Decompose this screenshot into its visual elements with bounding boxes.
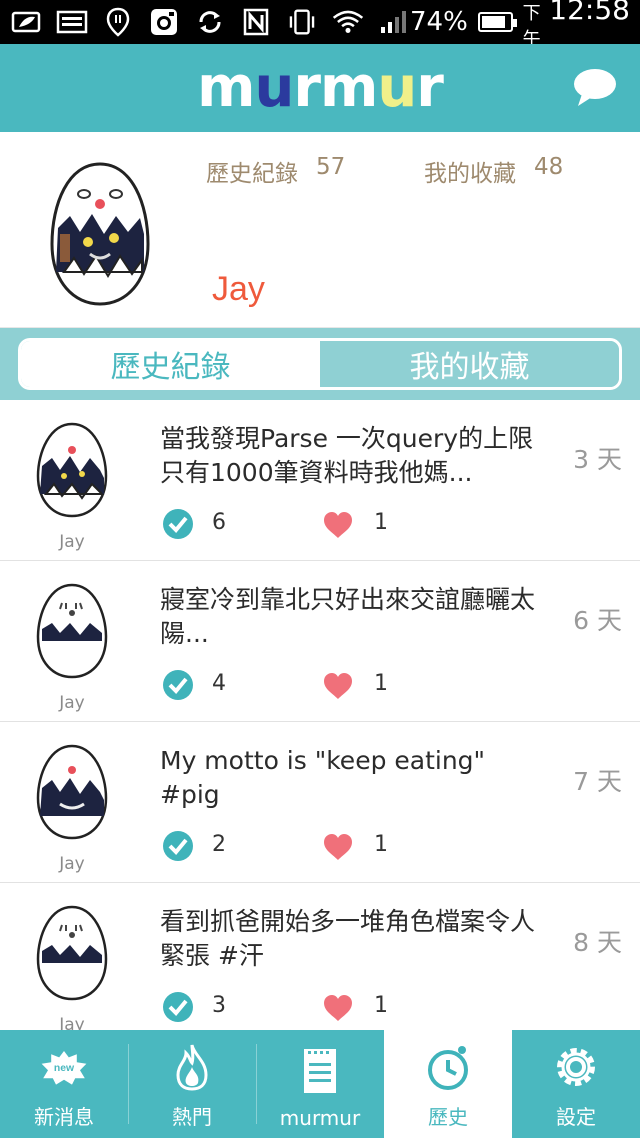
heart-icon[interactable]	[322, 832, 354, 862]
post-username: Jay	[59, 854, 85, 874]
logo-letter: u	[254, 55, 295, 120]
post-time: 3 天	[573, 445, 622, 474]
segmented-control: 歷史紀錄 我的收藏	[18, 338, 622, 390]
post-text[interactable]: 當我發現Parse 一次query的上限只有1000筆資料時我他媽...	[160, 422, 540, 490]
post-time: 8 天	[573, 928, 622, 957]
check-count: 4	[212, 671, 226, 696]
avatar[interactable]	[30, 418, 114, 522]
logo-letter: m	[197, 55, 255, 120]
check-icon[interactable]	[162, 669, 194, 701]
nav-label: 熱門	[172, 1105, 212, 1129]
new-badge-icon: new	[40, 1043, 88, 1091]
like-count: 1	[374, 510, 388, 535]
nav-item-settings[interactable]: 設定	[512, 1030, 640, 1138]
profile-header: 歷史紀錄 57 我的收藏 48 Jay	[0, 132, 640, 328]
history-label: 歷史紀錄	[206, 161, 298, 187]
avatar[interactable]	[30, 579, 114, 683]
post-username: Jay	[59, 1015, 85, 1030]
check-icon[interactable]	[162, 991, 194, 1023]
bottom-nav: new 新消息 熱門 murmur 歷史 設定	[0, 1030, 640, 1138]
post-time: 6 天	[573, 606, 622, 635]
instagram-icon	[148, 8, 180, 36]
battery-icon	[477, 12, 517, 32]
nav-item-hot[interactable]: 熱門	[128, 1030, 256, 1138]
segment-bar: 歷史紀錄 我的收藏	[0, 328, 640, 400]
favorites-label: 我的收藏	[424, 161, 516, 187]
nav-item-history[interactable]: 歷史	[384, 1030, 512, 1138]
avatar[interactable]	[30, 740, 114, 844]
post-username: Jay	[59, 532, 85, 552]
status-bar: 74% 下午 12:58	[0, 0, 640, 50]
list-item[interactable]: Jay 當我發現Parse 一次query的上限只有1000筆資料時我他媽...…	[0, 400, 640, 561]
list-item[interactable]: Jay 看到抓爸開始多一堆角色檔案令人緊張 #汗 8 天 3 1	[0, 883, 640, 1030]
like-count: 1	[374, 993, 388, 1018]
heart-icon[interactable]	[322, 510, 354, 540]
history-stat[interactable]: 歷史紀錄 57	[206, 154, 345, 188]
nav-item-news[interactable]: new 新消息	[0, 1030, 128, 1138]
avatar[interactable]	[40, 154, 160, 314]
like-count: 1	[374, 671, 388, 696]
gear-icon	[552, 1043, 600, 1091]
nfc-icon	[240, 8, 272, 36]
history-count: 57	[316, 154, 346, 180]
logo-letter: u	[377, 55, 417, 120]
clock-icon	[424, 1043, 472, 1091]
check-count: 6	[212, 510, 226, 535]
app-bar: m u r m u r	[0, 44, 640, 132]
heart-icon[interactable]	[322, 671, 354, 701]
logo-letter: r	[293, 55, 321, 120]
nav-item-murmur[interactable]: murmur	[256, 1030, 384, 1138]
heart-icon[interactable]	[322, 993, 354, 1023]
post-list: Jay 當我發現Parse 一次query的上限只有1000筆資料時我他媽...…	[0, 400, 640, 1030]
location-icon	[102, 7, 134, 37]
post-text[interactable]: My motto is "keep eating" #pig	[160, 744, 540, 812]
vibrate-icon	[286, 8, 318, 36]
post-text[interactable]: 看到抓爸開始多一堆角色檔案令人緊張 #汗	[160, 905, 540, 973]
leaf-icon	[10, 8, 42, 36]
tab-favorites[interactable]: 我的收藏	[320, 341, 619, 387]
check-count: 3	[212, 993, 226, 1018]
favorites-stat[interactable]: 我的收藏 48	[424, 154, 563, 188]
nav-label: murmur	[279, 1106, 361, 1130]
post-text[interactable]: 寢室冷到靠北只好出來交誼廳曬太陽...	[160, 583, 540, 651]
like-count: 1	[374, 832, 388, 857]
notepad-icon	[296, 1048, 344, 1096]
favorites-count: 48	[534, 154, 564, 180]
clock-time: 12:58	[549, 0, 630, 26]
profile-name: Jay	[212, 270, 265, 308]
signal-icon	[378, 8, 410, 36]
tab-history[interactable]: 歷史紀錄	[21, 341, 320, 387]
list-item[interactable]: Jay 寢室冷到靠北只好出來交誼廳曬太陽... 6 天 4 1	[0, 561, 640, 722]
notification-icons	[10, 7, 410, 37]
logo-letter: r	[416, 55, 444, 120]
image-icon	[56, 8, 88, 36]
chat-bubble-icon[interactable]	[572, 66, 618, 108]
check-icon[interactable]	[162, 508, 194, 540]
nav-label: 設定	[556, 1105, 596, 1129]
new-badge-text: new	[54, 1063, 75, 1074]
nav-label: 新消息	[34, 1105, 94, 1129]
logo-letter: m	[320, 55, 378, 120]
battery-percent: 74%	[410, 7, 468, 37]
post-time: 7 天	[573, 767, 622, 796]
nav-label: 歷史	[428, 1105, 468, 1129]
avatar[interactable]	[30, 901, 114, 1005]
list-item[interactable]: Jay My motto is "keep eating" #pig 7 天 2…	[0, 722, 640, 883]
flame-icon	[168, 1043, 216, 1091]
sync-icon	[194, 8, 226, 36]
wifi-icon	[332, 8, 364, 36]
check-count: 2	[212, 832, 226, 857]
check-icon[interactable]	[162, 830, 194, 862]
post-username: Jay	[59, 693, 85, 713]
murmur-logo: m u r m u r	[197, 55, 444, 120]
